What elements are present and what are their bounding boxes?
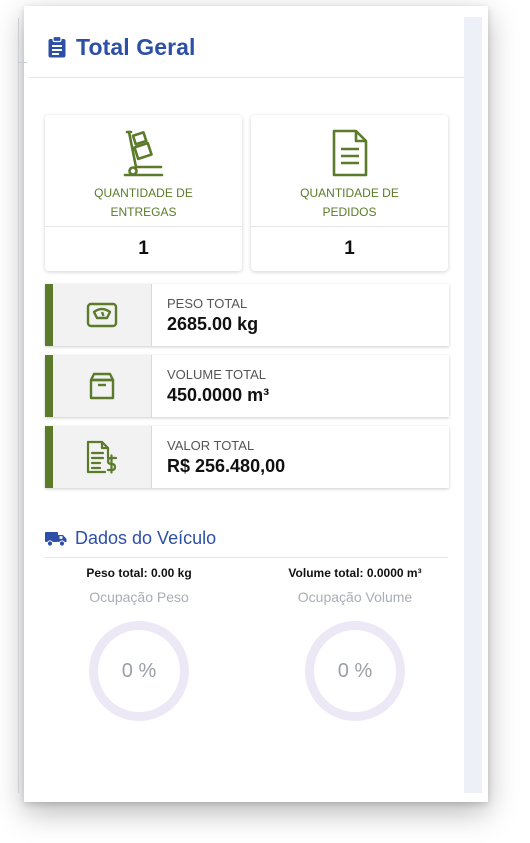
panel-header: Total Geral: [29, 17, 464, 78]
truck-icon: [45, 531, 67, 547]
metric-accent-bar: [45, 426, 53, 488]
document-icon: [251, 129, 448, 177]
card-value: 1: [344, 238, 355, 259]
box-icon: [53, 355, 152, 417]
card-quantidade-entregas: QUANTIDADE DE ENTREGAS 1: [45, 115, 242, 271]
left-edge-tick: [19, 62, 27, 63]
metric-accent-bar: [45, 355, 53, 417]
scale-icon: [53, 284, 152, 346]
metric-label: PESO TOTAL: [167, 295, 248, 311]
metric-value: 450.0000 m³: [167, 384, 270, 405]
metric-value: R$ 256.480,00: [167, 455, 286, 476]
card-label: QUANTIDADE DE ENTREGAS: [94, 186, 193, 219]
clipboard-icon: [47, 36, 67, 58]
metric-text: VALOR TOTAL R$ 256.480,00: [152, 426, 285, 488]
volume-total-label: Volume total: 0.0000 m³: [288, 566, 422, 580]
vehicle-section-title: Dados do Veículo: [75, 528, 217, 548]
volume-occupancy-gauge: 0 %: [305, 621, 405, 721]
summary-cards: QUANTIDADE DE ENTREGAS 1 QUANTIDADE DE P…: [45, 115, 449, 271]
occupancy-weight: Peso total: 0.00 kg Ocupação Peso 0 %: [39, 566, 239, 721]
card-quantidade-pedidos: QUANTIDADE DE PEDIDOS 1: [251, 115, 448, 271]
metric-peso-total: PESO TOTAL 2685.00 kg: [45, 284, 449, 346]
metric-label: VOLUME TOTAL: [167, 366, 266, 382]
metric-accent-bar: [45, 284, 53, 346]
left-edge-line: [18, 18, 19, 793]
occupancy-volume: Volume total: 0.0000 m³ Ocupação Volume …: [255, 566, 455, 721]
metric-label: VALOR TOTAL: [167, 437, 255, 453]
page-title: Total Geral: [76, 33, 196, 60]
metric-valor-total: VALOR TOTAL R$ 256.480,00: [45, 426, 449, 488]
metric-value: 2685.00 kg: [167, 313, 259, 334]
volume-occupancy-subtitle: Ocupação Volume: [297, 589, 413, 605]
weight-occupancy-percent: 0 %: [121, 659, 157, 682]
invoice-dollar-icon: [53, 426, 152, 488]
volume-occupancy-percent: 0 %: [337, 659, 373, 682]
weight-occupancy-subtitle: Ocupação Peso: [89, 589, 189, 605]
card-divider: [45, 226, 242, 227]
weight-occupancy-gauge: 0 %: [89, 621, 189, 721]
metric-text: VOLUME TOTAL 450.0000 m³: [152, 355, 269, 417]
vehicle-section-header: Dados do Veículo: [45, 526, 448, 558]
total-geral-panel: Total Geral QUANTIDADE DE ENTREGAS 1 QUA…: [29, 17, 464, 793]
card-value: 1: [138, 238, 149, 259]
hand-truck-icon: [45, 129, 242, 177]
weight-total-label: Peso total: 0.00 kg: [86, 566, 192, 580]
right-scroll-strip[interactable]: [464, 17, 482, 793]
metric-volume-total: VOLUME TOTAL 450.0000 m³: [45, 355, 449, 417]
card-label: QUANTIDADE DE PEDIDOS: [300, 186, 399, 219]
metric-text: PESO TOTAL 2685.00 kg: [152, 284, 258, 346]
card-divider: [251, 226, 448, 227]
